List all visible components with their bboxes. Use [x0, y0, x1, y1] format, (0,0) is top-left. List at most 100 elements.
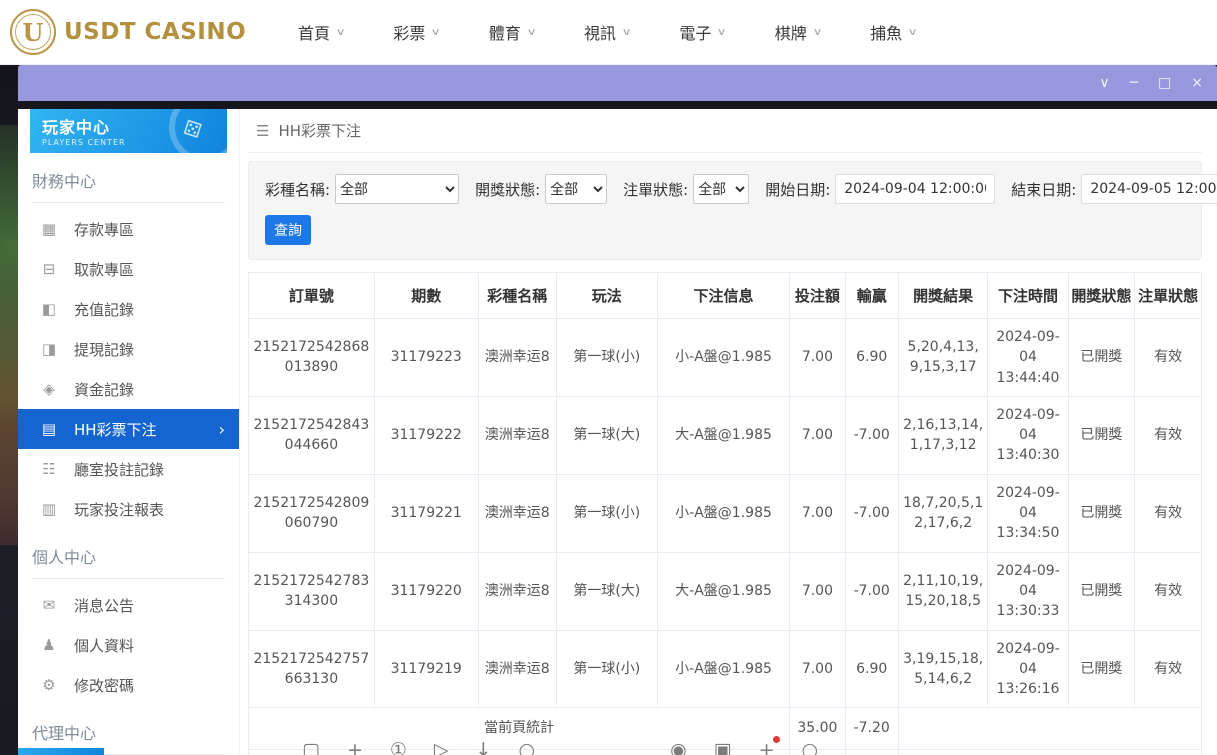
- sidebar-item-change-password[interactable]: ⚙ 修改密碼: [18, 665, 239, 705]
- top-navigation: U USDT CASINO 首頁∨ 彩票∨ 體育∨ 視訊∨ 電子∨ 棋牌∨ 捕魚…: [0, 0, 1217, 65]
- hall-bet-record-icon: ☷: [40, 460, 58, 478]
- sidebar-item-profile[interactable]: ♟ 個人資料: [18, 625, 239, 665]
- footer-icon[interactable]: ○: [802, 739, 819, 755]
- footer-icon[interactable]: ↓: [476, 739, 492, 755]
- close-window-icon[interactable]: ×: [1191, 76, 1203, 90]
- search-button[interactable]: 查詢: [265, 215, 311, 245]
- start-date-label: 開始日期:: [765, 179, 830, 200]
- col-header-bet-amount: 投注額: [790, 273, 845, 319]
- lottery-name-select[interactable]: 全部: [335, 174, 459, 204]
- cell-bet-amount: 7.00: [790, 552, 845, 630]
- page: U USDT CASINO 首頁∨ 彩票∨ 體育∨ 視訊∨ 電子∨ 棋牌∨ 捕魚…: [0, 0, 1217, 755]
- table-row: 2152172542843044660 31179222 澳洲幸运8 第一球(大…: [249, 396, 1202, 474]
- lottery-name-label: 彩種名稱:: [265, 179, 330, 200]
- col-header-draw-result: 開獎結果: [898, 273, 988, 319]
- sidebar-item-label: 存款專區: [74, 219, 134, 240]
- brand-logo[interactable]: U USDT CASINO: [10, 9, 250, 55]
- cell-lottery-name: 澳洲幸运8: [478, 630, 556, 708]
- footer-icon[interactable]: ▷: [434, 739, 449, 755]
- footer-icon[interactable]: ①: [390, 739, 407, 755]
- lottery-bet-icon: ▤: [40, 420, 58, 438]
- cell-play: 第一球(小): [556, 474, 657, 552]
- maximize-window-icon[interactable]: □: [1158, 76, 1171, 90]
- sidebar-item-player-bet-report[interactable]: ▥ 玩家投注報表: [18, 489, 239, 529]
- draw-status-label: 開獎狀態:: [475, 179, 540, 200]
- cell-win-loss: 6.90: [845, 319, 898, 397]
- draw-status-select[interactable]: 全部: [545, 174, 607, 204]
- footer-icon-with-notification[interactable]: +: [759, 739, 775, 755]
- nav-item-video[interactable]: 視訊∨: [584, 20, 630, 44]
- content-header: ☰ HH彩票下注: [248, 109, 1202, 153]
- footer-icon[interactable]: ○: [518, 739, 535, 755]
- cell-period: 31179223: [374, 319, 478, 397]
- cell-win-loss: 6.90: [845, 630, 898, 708]
- main-nav: 首頁∨ 彩票∨ 體育∨ 視訊∨ 電子∨ 棋牌∨ 捕魚∨: [298, 20, 916, 44]
- cell-period: 31179221: [374, 474, 478, 552]
- brand-name: USDT CASINO: [64, 19, 246, 45]
- chevron-down-icon: ∨: [717, 27, 727, 38]
- nav-item-fishing[interactable]: 捕魚∨: [870, 20, 916, 44]
- sidebar-item-deposit[interactable]: ▦ 存款專區: [18, 209, 239, 249]
- nav-item-label: 電子: [679, 20, 711, 44]
- chevron-down-icon: ∨: [526, 27, 536, 38]
- cell-bet-amount: 7.00: [790, 474, 845, 552]
- end-date-input[interactable]: [1081, 174, 1217, 204]
- nav-item-lottery[interactable]: 彩票∨: [393, 20, 439, 44]
- cell-play: 第一球(小): [556, 319, 657, 397]
- window-titlebar[interactable]: ∨ ─ □ ×: [18, 65, 1217, 101]
- footer-icon-row: ▢ + ① ▷ ↓ ○ ◉ ▣ + ○: [302, 739, 818, 755]
- sidebar-item-withdraw[interactable]: ⊟ 取款專區: [18, 249, 239, 289]
- sidebar-item-hh-lottery-bet[interactable]: ▤ HH彩票下注 ›: [18, 409, 239, 449]
- nav-item-electronic[interactable]: 電子 ∨: [679, 20, 725, 44]
- cell-bet-time: 2024-09-04 13:44:40: [988, 319, 1068, 397]
- cell-bet-amount: 7.00: [790, 396, 845, 474]
- minimize-window-icon[interactable]: ─: [1130, 76, 1138, 90]
- nav-item-sports[interactable]: 體育∨: [489, 20, 535, 44]
- nav-item-label: 棋牌: [775, 20, 807, 44]
- cell-bet-info: 小-A盤@1.985: [657, 630, 789, 708]
- end-date-label: 結束日期:: [1011, 179, 1076, 200]
- sidebar-item-announcements[interactable]: ✉ 消息公告: [18, 585, 239, 625]
- cell-bet-info: 小-A盤@1.985: [657, 474, 789, 552]
- chevron-down-icon: ∨: [908, 27, 918, 38]
- col-header-bet-info: 下注信息: [657, 273, 789, 319]
- start-date-input[interactable]: [835, 174, 995, 204]
- col-header-order-no: 訂單號: [249, 273, 375, 319]
- profile-icon: ♟: [40, 636, 58, 654]
- cell-order-no: 2152172542843044660: [249, 396, 375, 474]
- summary-win-loss: -7.20: [845, 708, 898, 749]
- cell-play: 第一球(大): [556, 552, 657, 630]
- col-header-draw-status: 開獎狀態: [1068, 273, 1135, 319]
- funds-record-icon: ◈: [40, 380, 58, 398]
- cell-draw-result: 2,16,13,14,1,17,3,12: [898, 396, 988, 474]
- cell-draw-result: 2,11,10,19,15,20,18,5: [898, 552, 988, 630]
- table-row: 2152172542868013890 31179223 澳洲幸运8 第一球(小…: [249, 319, 1202, 397]
- footer-icon-group: ◉ ▣ + ○: [670, 739, 818, 755]
- footer-icon[interactable]: ▢: [302, 739, 320, 755]
- sidebar-item-hall-bet-record[interactable]: ☷ 廳室投註記錄: [18, 449, 239, 489]
- cell-draw-status: 已開獎: [1068, 474, 1135, 552]
- footer-icon[interactable]: ▣: [714, 739, 732, 755]
- sidebar-item-label: 玩家投注報表: [74, 499, 164, 520]
- cell-play: 第一球(小): [556, 630, 657, 708]
- footer-icon[interactable]: ◉: [670, 739, 687, 755]
- cell-bet-amount: 7.00: [790, 630, 845, 708]
- footer-icon[interactable]: +: [347, 739, 363, 755]
- collapse-window-icon[interactable]: ∨: [1099, 76, 1109, 90]
- cell-draw-result: 18,7,20,5,12,17,6,2: [898, 474, 988, 552]
- table-row: 2152172542809060790 31179221 澳洲幸运8 第一球(小…: [249, 474, 1202, 552]
- cell-order-no: 2152172542809060790: [249, 474, 375, 552]
- col-header-play: 玩法: [556, 273, 657, 319]
- bets-table: 訂單號 期數 彩種名稱 玩法 下注信息 投注額 輸贏 開獎結果 下注時間 開獎狀…: [248, 272, 1202, 755]
- menu-icon: ☰: [256, 122, 269, 140]
- cell-draw-status: 已開獎: [1068, 552, 1135, 630]
- nav-item-home[interactable]: 首頁∨: [298, 20, 344, 44]
- password-icon: ⚙: [40, 676, 58, 694]
- nav-item-chess[interactable]: 棋牌∨: [775, 20, 821, 44]
- sidebar-item-withdrawal-record[interactable]: ◨ 提現記錄: [18, 329, 239, 369]
- cell-bet-info: 小-A盤@1.985: [657, 319, 789, 397]
- sidebar-item-recharge-record[interactable]: ◧ 充值記錄: [18, 289, 239, 329]
- order-status-select[interactable]: 全部: [693, 174, 749, 204]
- deposit-icon: ▦: [40, 220, 58, 238]
- sidebar-item-funds-record[interactable]: ◈ 資金記錄: [18, 369, 239, 409]
